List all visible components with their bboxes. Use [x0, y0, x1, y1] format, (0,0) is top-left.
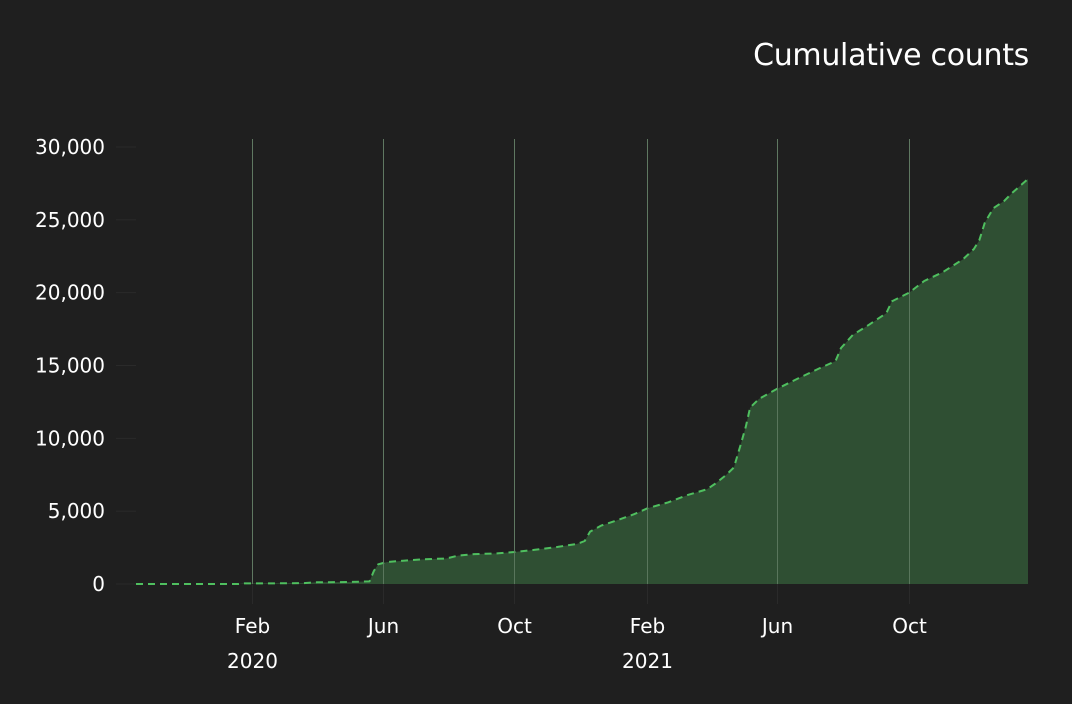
x-tick-label: Feb [235, 614, 270, 638]
cumulative-counts-chart: 0 5,000 10,000 15,000 20,000 25,000 30,000 Feb… [35, 135, 1029, 673]
y-tick-label: 20,000 [35, 281, 105, 305]
x-tick-label: Jun [760, 614, 793, 638]
y-tick-label: 5,000 [48, 499, 105, 523]
y-tick-label: 10,000 [35, 426, 105, 450]
x-axis: Feb 2020 Jun Oct Feb 2021 Jun Oct [227, 584, 927, 673]
x-tick-label: Oct [497, 614, 532, 638]
y-tick-label: 25,000 [35, 208, 105, 232]
y-axis: 0 5,000 10,000 15,000 20,000 25,000 30,000 [35, 135, 136, 596]
y-tick-label: 0 [92, 572, 105, 596]
area-series [136, 178, 1029, 585]
y-tick-label: 30,000 [35, 135, 105, 159]
x-tick-year-label: 2020 [227, 649, 278, 673]
area-fill [136, 179, 1028, 584]
x-tick-year-label: 2021 [622, 649, 673, 673]
x-tick-label: Oct [892, 614, 927, 638]
x-tick-label: Feb [630, 614, 665, 638]
y-tick-label: 15,000 [35, 354, 105, 378]
x-tick-label: Jun [366, 614, 399, 638]
